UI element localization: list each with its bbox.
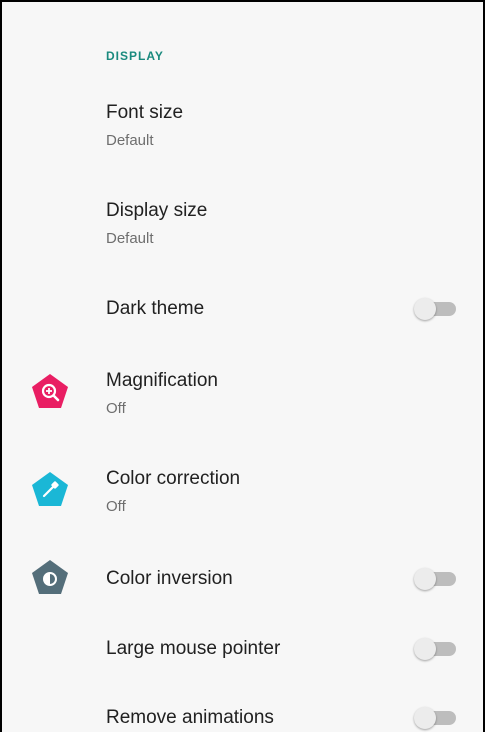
setting-summary: Default — [106, 230, 154, 247]
setting-title: Display size — [106, 200, 208, 221]
setting-title: Remove animations — [106, 707, 274, 728]
setting-summary: Off — [106, 498, 126, 515]
setting-large-mouse-pointer[interactable]: Large mouse pointer — [4, 626, 485, 676]
toggle-thumb — [414, 298, 436, 320]
section-header-display: DISPLAY — [106, 49, 164, 63]
setting-color-inversion[interactable]: Color inversion — [4, 554, 485, 604]
setting-display-size[interactable]: Display size Default — [4, 192, 485, 264]
dark-theme-toggle[interactable] — [414, 298, 458, 320]
setting-title: Dark theme — [106, 298, 205, 319]
setting-title: Color correction — [106, 468, 241, 489]
toggle-thumb — [414, 707, 436, 729]
setting-summary: Off — [106, 400, 126, 417]
toggle-thumb — [414, 638, 436, 660]
setting-title: Large mouse pointer — [106, 638, 281, 659]
remove-animations-toggle[interactable] — [414, 707, 458, 729]
setting-magnification[interactable]: Magnification Off — [4, 362, 485, 434]
setting-summary: Default — [106, 132, 154, 149]
setting-remove-animations[interactable]: Remove animations — [4, 696, 485, 734]
toggle-thumb — [414, 568, 436, 590]
eyedropper-icon — [28, 468, 72, 512]
setting-font-size[interactable]: Font size Default — [4, 94, 485, 166]
large-mouse-pointer-toggle[interactable] — [414, 638, 458, 660]
setting-title: Color inversion — [106, 568, 233, 589]
setting-color-correction[interactable]: Color correction Off — [4, 460, 485, 532]
settings-screen: DISPLAY Font size Default Display size D… — [0, 0, 485, 732]
setting-title: Font size — [106, 102, 184, 123]
setting-dark-theme[interactable]: Dark theme — [4, 284, 485, 334]
magnify-icon — [28, 370, 72, 414]
color-inversion-toggle[interactable] — [414, 568, 458, 590]
invert-colors-icon — [28, 556, 72, 600]
setting-title: Magnification — [106, 370, 218, 391]
